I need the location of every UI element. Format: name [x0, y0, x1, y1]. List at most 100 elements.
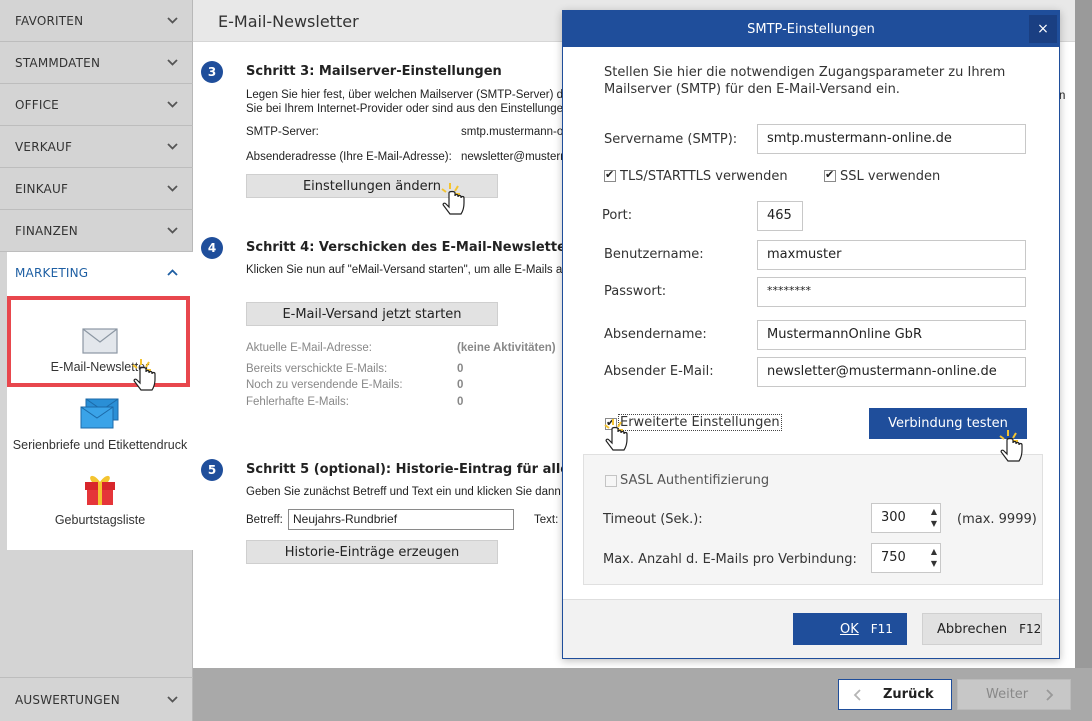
smtp-server-label: SMTP-Server:	[246, 126, 319, 138]
cancel-button-label: Abbrechen	[937, 621, 1008, 637]
sender-address-value: newsletter@musterm	[461, 151, 570, 163]
sidebar-section-label: FAVORITEN	[15, 13, 84, 28]
marketing-item-serienbriefe[interactable]: Serienbriefe und Etikettendruck	[7, 398, 193, 452]
chevron-down-icon	[167, 17, 178, 24]
step-number-badge: 3	[201, 61, 223, 83]
step5-title: Schritt 5 (optional): Historie-Eintrag f…	[246, 462, 610, 477]
spin-down-icon[interactable]: ▼	[931, 559, 937, 568]
close-button[interactable]: ×	[1029, 15, 1057, 43]
step3-title: Schritt 3: Mailserver-Einstellungen	[246, 64, 502, 79]
sidebar-section-office[interactable]: OFFICE	[0, 84, 193, 126]
sidebar-section-label: STAMMDATEN	[15, 55, 101, 70]
marketing-item-label: Serienbriefe und Etikettendruck	[12, 438, 188, 452]
start-mailing-button[interactable]: E-Mail-Versand jetzt starten	[246, 302, 498, 326]
subject-label: Betreff:	[246, 514, 283, 526]
max-mails-stepper[interactable]: 750 ▲ ▼	[871, 543, 941, 573]
sidebar-section-stammdaten[interactable]: STAMMDATEN	[0, 42, 193, 84]
back-button[interactable]: Zurück	[838, 679, 952, 710]
spin-up-icon[interactable]: ▲	[931, 547, 937, 556]
username-label: Benutzername:	[604, 247, 704, 262]
chevron-left-icon	[853, 689, 861, 701]
step4-title: Schritt 4: Verschicken des E-Mail-Newsle…	[246, 240, 581, 255]
chevron-right-icon	[1046, 689, 1054, 701]
page-title: E-Mail-Newsletter	[218, 12, 359, 31]
failed-mails-label: Fehlerhafte E-Mails:	[246, 396, 349, 408]
pending-mails-value: 0	[457, 379, 464, 391]
next-button[interactable]: Weiter	[957, 679, 1071, 710]
hand-cursor-icon	[132, 359, 156, 391]
spin-up-icon[interactable]: ▲	[931, 507, 937, 516]
step5-description: Geben Sie zunächst Betreff und Text ein …	[246, 486, 580, 498]
server-label: Servername (SMTP):	[604, 132, 738, 147]
chevron-down-icon	[167, 101, 178, 108]
sidebar: FAVORITEN STAMMDATEN OFFICE VERKAUF EINK…	[0, 0, 193, 721]
marketing-item-label: Geburtstagsliste	[54, 513, 146, 527]
smtp-server-value: smtp.mustermann-onl	[461, 126, 573, 138]
ok-shortcut: F11	[870, 622, 893, 636]
next-button-label: Weiter	[986, 687, 1029, 702]
sidebar-section-label: VERKAUF	[15, 139, 73, 154]
sidebar-section-label: FINANZEN	[15, 223, 78, 238]
tls-label: TLS/STARTTLS verwenden	[620, 169, 788, 184]
step3-description: Sie bei Ihrem Internet-Provider oder sin…	[246, 103, 583, 115]
sender-name-label: Absendername:	[604, 327, 707, 342]
sidebar-section-label: OFFICE	[15, 97, 59, 112]
timeout-value: 300	[881, 510, 906, 525]
sasl-label: SASL Authentifizierung	[620, 473, 770, 488]
sent-mails-value: 0	[457, 363, 464, 375]
subject-input[interactable]: Neujahrs-Rundbrief	[288, 509, 514, 530]
chevron-down-icon	[167, 143, 178, 150]
step-number-badge: 5	[201, 459, 223, 481]
sent-mails-label: Bereits verschickte E-Mails:	[246, 363, 388, 375]
advanced-settings-label: Erweiterte Einstellungen	[618, 414, 782, 431]
sidebar-section-finanzen[interactable]: FINANZEN	[0, 210, 193, 252]
dialog-body: Stellen Sie hier die notwendigen Zugangs…	[563, 47, 1059, 599]
sender-email-input[interactable]: newsletter@mustermann-online.de	[757, 357, 1026, 387]
tls-checkbox[interactable]	[604, 168, 616, 182]
sender-name-input[interactable]: MustermannOnline GbR	[757, 320, 1026, 350]
step3-description: Legen Sie hier fest, über welchen Mailse…	[246, 89, 592, 101]
chevron-down-icon	[167, 185, 178, 192]
sidebar-section-verkauf[interactable]: VERKAUF	[0, 126, 193, 168]
server-input[interactable]: smtp.mustermann-online.de	[757, 124, 1026, 154]
cancel-button[interactable]: Abbrechen F12	[922, 613, 1042, 645]
text-label: Text:	[534, 514, 559, 526]
back-button-label: Zurück	[883, 687, 934, 702]
timeout-stepper[interactable]: 300 ▲ ▼	[871, 503, 941, 533]
create-history-button[interactable]: Historie-Einträge erzeugen	[246, 540, 498, 564]
gift-icon	[85, 475, 115, 505]
marketing-item-geburtstagsliste[interactable]: Geburtstagsliste	[7, 470, 193, 527]
sidebar-section-einkauf[interactable]: EINKAUF	[0, 168, 193, 210]
max-mails-value: 750	[881, 550, 906, 565]
max-mails-label: Max. Anzahl d. E-Mails pro Verbindung:	[603, 552, 857, 567]
hand-cursor-icon	[441, 183, 465, 215]
sasl-checkbox[interactable]	[605, 475, 617, 487]
dialog-intro: Stellen Sie hier die notwendigen Zugangs…	[604, 65, 1006, 80]
pending-mails-label: Noch zu versendende E-Mails:	[246, 379, 403, 391]
sidebar-section-label: MARKETING	[15, 266, 89, 280]
ssl-checkbox[interactable]	[824, 168, 836, 182]
spin-down-icon[interactable]: ▼	[931, 519, 937, 528]
dialog-footer: OK F11 Abbrechen F12	[563, 599, 1059, 658]
sidebar-section-marketing[interactable]: MARKETING	[7, 252, 193, 294]
chevron-down-icon	[167, 227, 178, 234]
ok-button[interactable]: OK F11	[793, 613, 907, 645]
username-input[interactable]: maxmuster	[757, 240, 1026, 270]
chevron-down-icon	[167, 696, 178, 703]
ok-button-label: OK	[840, 621, 859, 637]
password-input[interactable]: ********	[757, 277, 1026, 307]
advanced-settings-panel: SASL Authentifizierung Timeout (Sek.): 3…	[583, 454, 1043, 585]
port-input[interactable]: 465	[757, 201, 803, 231]
dialog-header: SMTP-Einstellungen	[563, 11, 1059, 47]
failed-mails-value: 0	[457, 396, 464, 408]
sidebar-section-label: AUSWERTUNGEN	[15, 692, 120, 707]
sender-email-label: Absender E-Mail:	[604, 364, 714, 379]
cancel-shortcut: F12	[1019, 622, 1042, 636]
sidebar-section-label: EINKAUF	[15, 181, 69, 196]
sidebar-section-favoriten[interactable]: FAVORITEN	[0, 0, 193, 42]
timeout-label: Timeout (Sek.):	[603, 512, 703, 527]
dialog-intro: Mailserver (SMTP) für den E-Mail-Versand…	[604, 82, 900, 97]
hand-cursor-icon	[999, 430, 1023, 462]
close-icon: ×	[1037, 21, 1049, 37]
sidebar-section-auswertungen[interactable]: AUSWERTUNGEN	[0, 677, 193, 721]
